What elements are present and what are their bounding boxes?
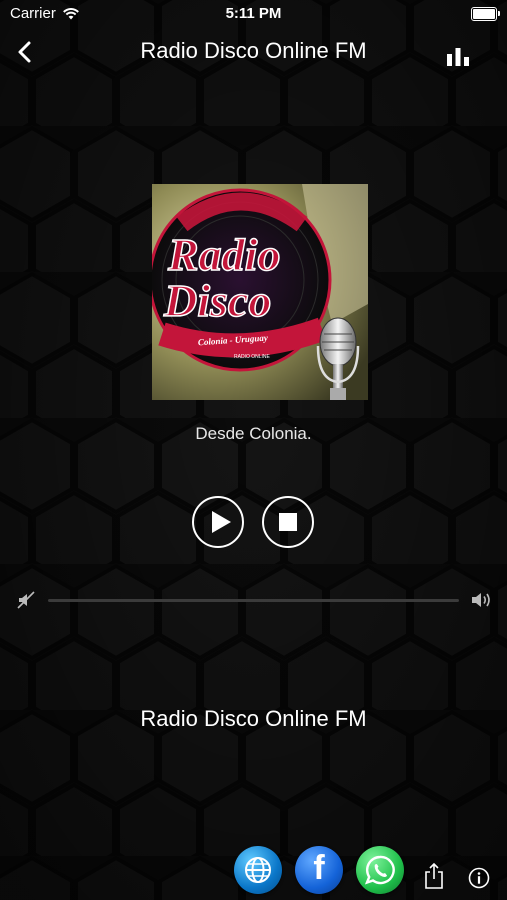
volume-high-icon	[472, 593, 490, 607]
album-title-line2: Disco	[163, 275, 271, 326]
volume-mute-icon	[17, 591, 35, 609]
album-title-line1: Radio	[167, 229, 280, 280]
status-time: 5:11 PM	[225, 5, 282, 22]
whatsapp-icon	[364, 855, 395, 885]
volume-control	[0, 588, 507, 612]
whatsapp-button[interactable]	[356, 846, 404, 894]
status-bar: Carrier 5:11 PM	[0, 0, 507, 30]
info-icon[interactable]	[468, 867, 490, 889]
facebook-icon: f	[313, 849, 325, 887]
page-title: Radio Disco Online FM	[140, 38, 367, 63]
hexagon-background	[0, 0, 507, 900]
battery-icon	[471, 7, 500, 21]
website-button[interactable]	[234, 846, 282, 894]
facebook-button[interactable]: f	[295, 846, 343, 894]
bar-chart-icon[interactable]	[445, 44, 471, 66]
play-button[interactable]	[192, 496, 244, 548]
volume-slider[interactable]	[48, 599, 459, 602]
globe-icon	[245, 857, 271, 883]
navigation-bar: Radio Disco Online FM	[0, 30, 507, 74]
share-icon[interactable]	[424, 862, 444, 890]
album-art: Radio Disco Colonia - Uruguay RADIO ONLI…	[152, 184, 368, 400]
station-name: Radio Disco Online FM	[140, 706, 367, 731]
station-slogan: Desde Colonia.	[195, 424, 312, 443]
album-tagline: RADIO ONLINE	[234, 354, 271, 360]
stop-button[interactable]	[262, 496, 314, 548]
